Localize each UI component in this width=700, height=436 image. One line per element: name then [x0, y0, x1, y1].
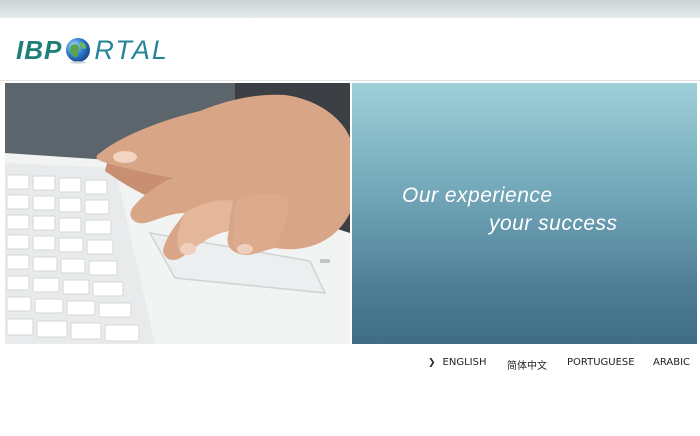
hero-banner: Our experience your success — [5, 83, 697, 344]
language-english-link[interactable]: ❯ ENGLISH — [428, 357, 486, 368]
language-arabic-link[interactable]: ARABIC — [653, 357, 690, 368]
globe-icon — [66, 38, 91, 64]
site-logo[interactable]: IBP RTAL — [16, 34, 169, 66]
top-band — [0, 0, 700, 18]
slogan-line-1: Our experience — [402, 184, 553, 207]
logo-text-ibp: IBP — [16, 34, 63, 65]
language-portuguese-link[interactable]: PORTUGUESE — [567, 357, 635, 368]
language-english-label: ENGLISH — [442, 357, 487, 368]
header-divider — [0, 80, 700, 81]
slogan-panel: Our experience your success — [352, 83, 697, 344]
language-selector: ❯ ENGLISH 简体中文 PORTUGUESE ARABIC — [0, 357, 700, 372]
logo-text-rtal: RTAL — [94, 34, 169, 65]
hero-photo-laptop-hand — [5, 83, 350, 344]
language-chinese-link[interactable]: 简体中文 — [507, 357, 547, 372]
slogan-line-2: your success — [489, 212, 618, 235]
chevron-right-icon: ❯ — [428, 358, 436, 368]
